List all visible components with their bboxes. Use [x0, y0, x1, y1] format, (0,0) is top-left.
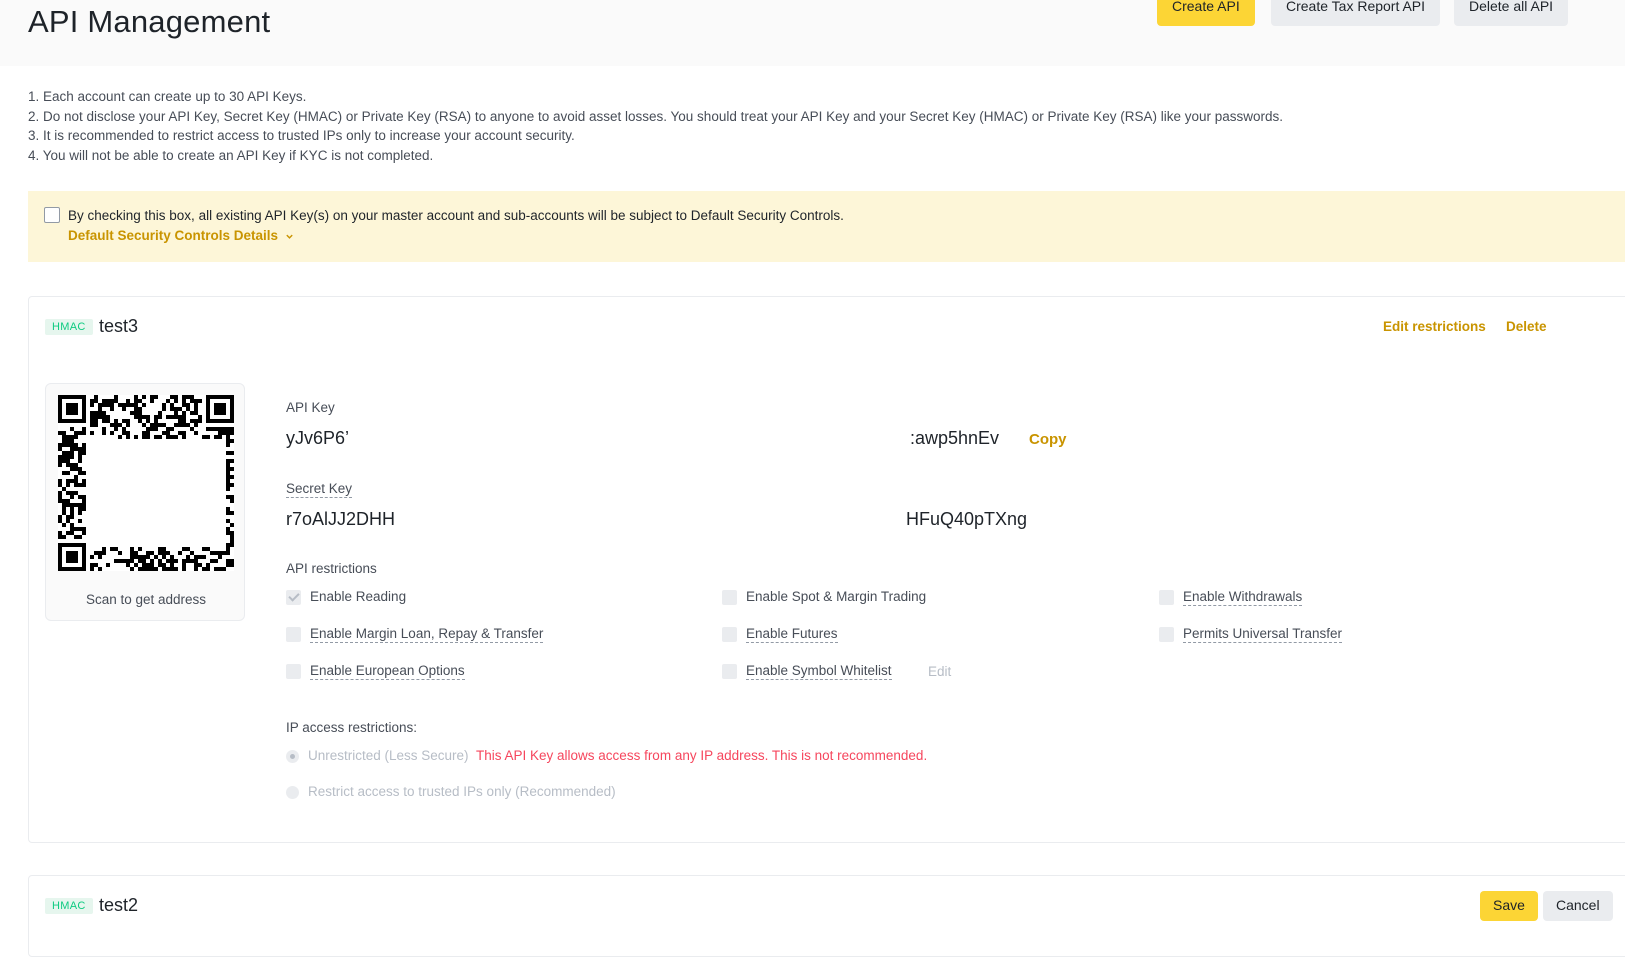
- ip-warning-text: This API Key allows access from any IP a…: [476, 748, 928, 763]
- api-key-card: HMAC test2 Save Cancel: [28, 875, 1625, 957]
- note-item: 1. Each account can create up to 30 API …: [28, 89, 307, 104]
- permission-label: Enable Withdrawals: [1183, 589, 1303, 606]
- permission-label: Permits Universal Transfer: [1183, 626, 1343, 643]
- security-controls-details-link[interactable]: Default Security Controls Details: [68, 228, 294, 243]
- save-button[interactable]: Save: [1480, 891, 1538, 921]
- qr-code: [58, 395, 234, 571]
- permission-checkbox[interactable]: [722, 627, 737, 642]
- create-tax-report-api-button[interactable]: Create Tax Report API: [1271, 0, 1441, 26]
- hmac-badge: HMAC: [45, 898, 93, 914]
- hmac-badge: HMAC: [45, 319, 93, 335]
- radio-button[interactable]: [286, 750, 299, 763]
- permission-label: Enable Reading: [310, 589, 407, 604]
- permission-label: Enable European Options: [310, 663, 465, 680]
- api-notes: 1. Each account can create up to 30 API …: [28, 87, 1283, 165]
- note-item: 4. You will not be able to create an API…: [28, 147, 434, 163]
- permission-label: Enable Margin Loan, Repay & Transfer: [310, 626, 544, 643]
- permission-checkbox[interactable]: [1159, 590, 1174, 605]
- note-item: 3. It is recommended to restrict access …: [28, 128, 575, 143]
- api-key-value-start: yJv6P6’: [286, 428, 350, 448]
- permission-checkbox[interactable]: [722, 664, 737, 679]
- delete-all-api-button[interactable]: Delete all API: [1454, 0, 1569, 26]
- whitelist-edit-link[interactable]: Edit: [928, 664, 951, 679]
- secret-key-value-end: HFuQ40pTXng: [906, 509, 1028, 529]
- page-title: API Management: [28, 4, 271, 39]
- radio-label: Unrestricted (Less Secure): [308, 748, 469, 763]
- api-key-label: API Key: [286, 400, 335, 415]
- delete-key-link[interactable]: Delete: [1506, 319, 1547, 334]
- edit-restrictions-link[interactable]: Edit restrictions: [1383, 319, 1486, 334]
- secret-key-value-start: r7oAlJJ2DHH: [286, 509, 396, 529]
- api-key-value-end: :awp5hnEv: [910, 428, 1000, 448]
- permission-checkbox[interactable]: [286, 627, 301, 642]
- permission-checkbox[interactable]: [286, 590, 301, 605]
- copy-api-key-button[interactable]: Copy: [1029, 431, 1067, 448]
- permission-checkbox[interactable]: [286, 664, 301, 679]
- permission-label: Enable Futures: [746, 626, 838, 643]
- permission-checkbox[interactable]: [1159, 627, 1174, 642]
- permission-checkbox[interactable]: [722, 590, 737, 605]
- page-header: API Management Create API Create Tax Rep…: [0, 0, 1625, 66]
- api-restrictions-label: API restrictions: [286, 561, 377, 576]
- qr-caption: Scan to get address: [85, 592, 207, 607]
- permission-label: Enable Symbol Whitelist: [746, 663, 892, 680]
- qr-code-panel: Scan to get address: [45, 383, 245, 621]
- security-controls-checkbox[interactable]: [44, 207, 60, 223]
- security-controls-text: By checking this box, all existing API K…: [68, 208, 844, 223]
- create-api-button[interactable]: Create API: [1157, 0, 1255, 26]
- api-key-name: test2: [99, 895, 139, 915]
- ip-restrictions-label: IP access restrictions:: [286, 720, 418, 735]
- secret-key-label: Secret Key: [286, 481, 353, 498]
- radio-label: Restrict access to trusted IPs only (Rec…: [308, 784, 616, 799]
- radio-button[interactable]: [286, 786, 299, 799]
- permission-label: Enable Spot & Margin Trading: [746, 589, 927, 604]
- api-key-card: HMAC test3 Edit restrictions Delete Scan…: [28, 296, 1625, 843]
- security-controls-details-label: Default Security Controls Details: [68, 228, 279, 243]
- api-key-name: test3: [99, 316, 139, 336]
- cancel-button[interactable]: Cancel: [1543, 891, 1613, 921]
- chevron-down-icon: [286, 234, 293, 239]
- security-controls-banner: By checking this box, all existing API K…: [28, 191, 1625, 262]
- note-item: 2. Do not disclose your API Key, Secret …: [28, 108, 1284, 124]
